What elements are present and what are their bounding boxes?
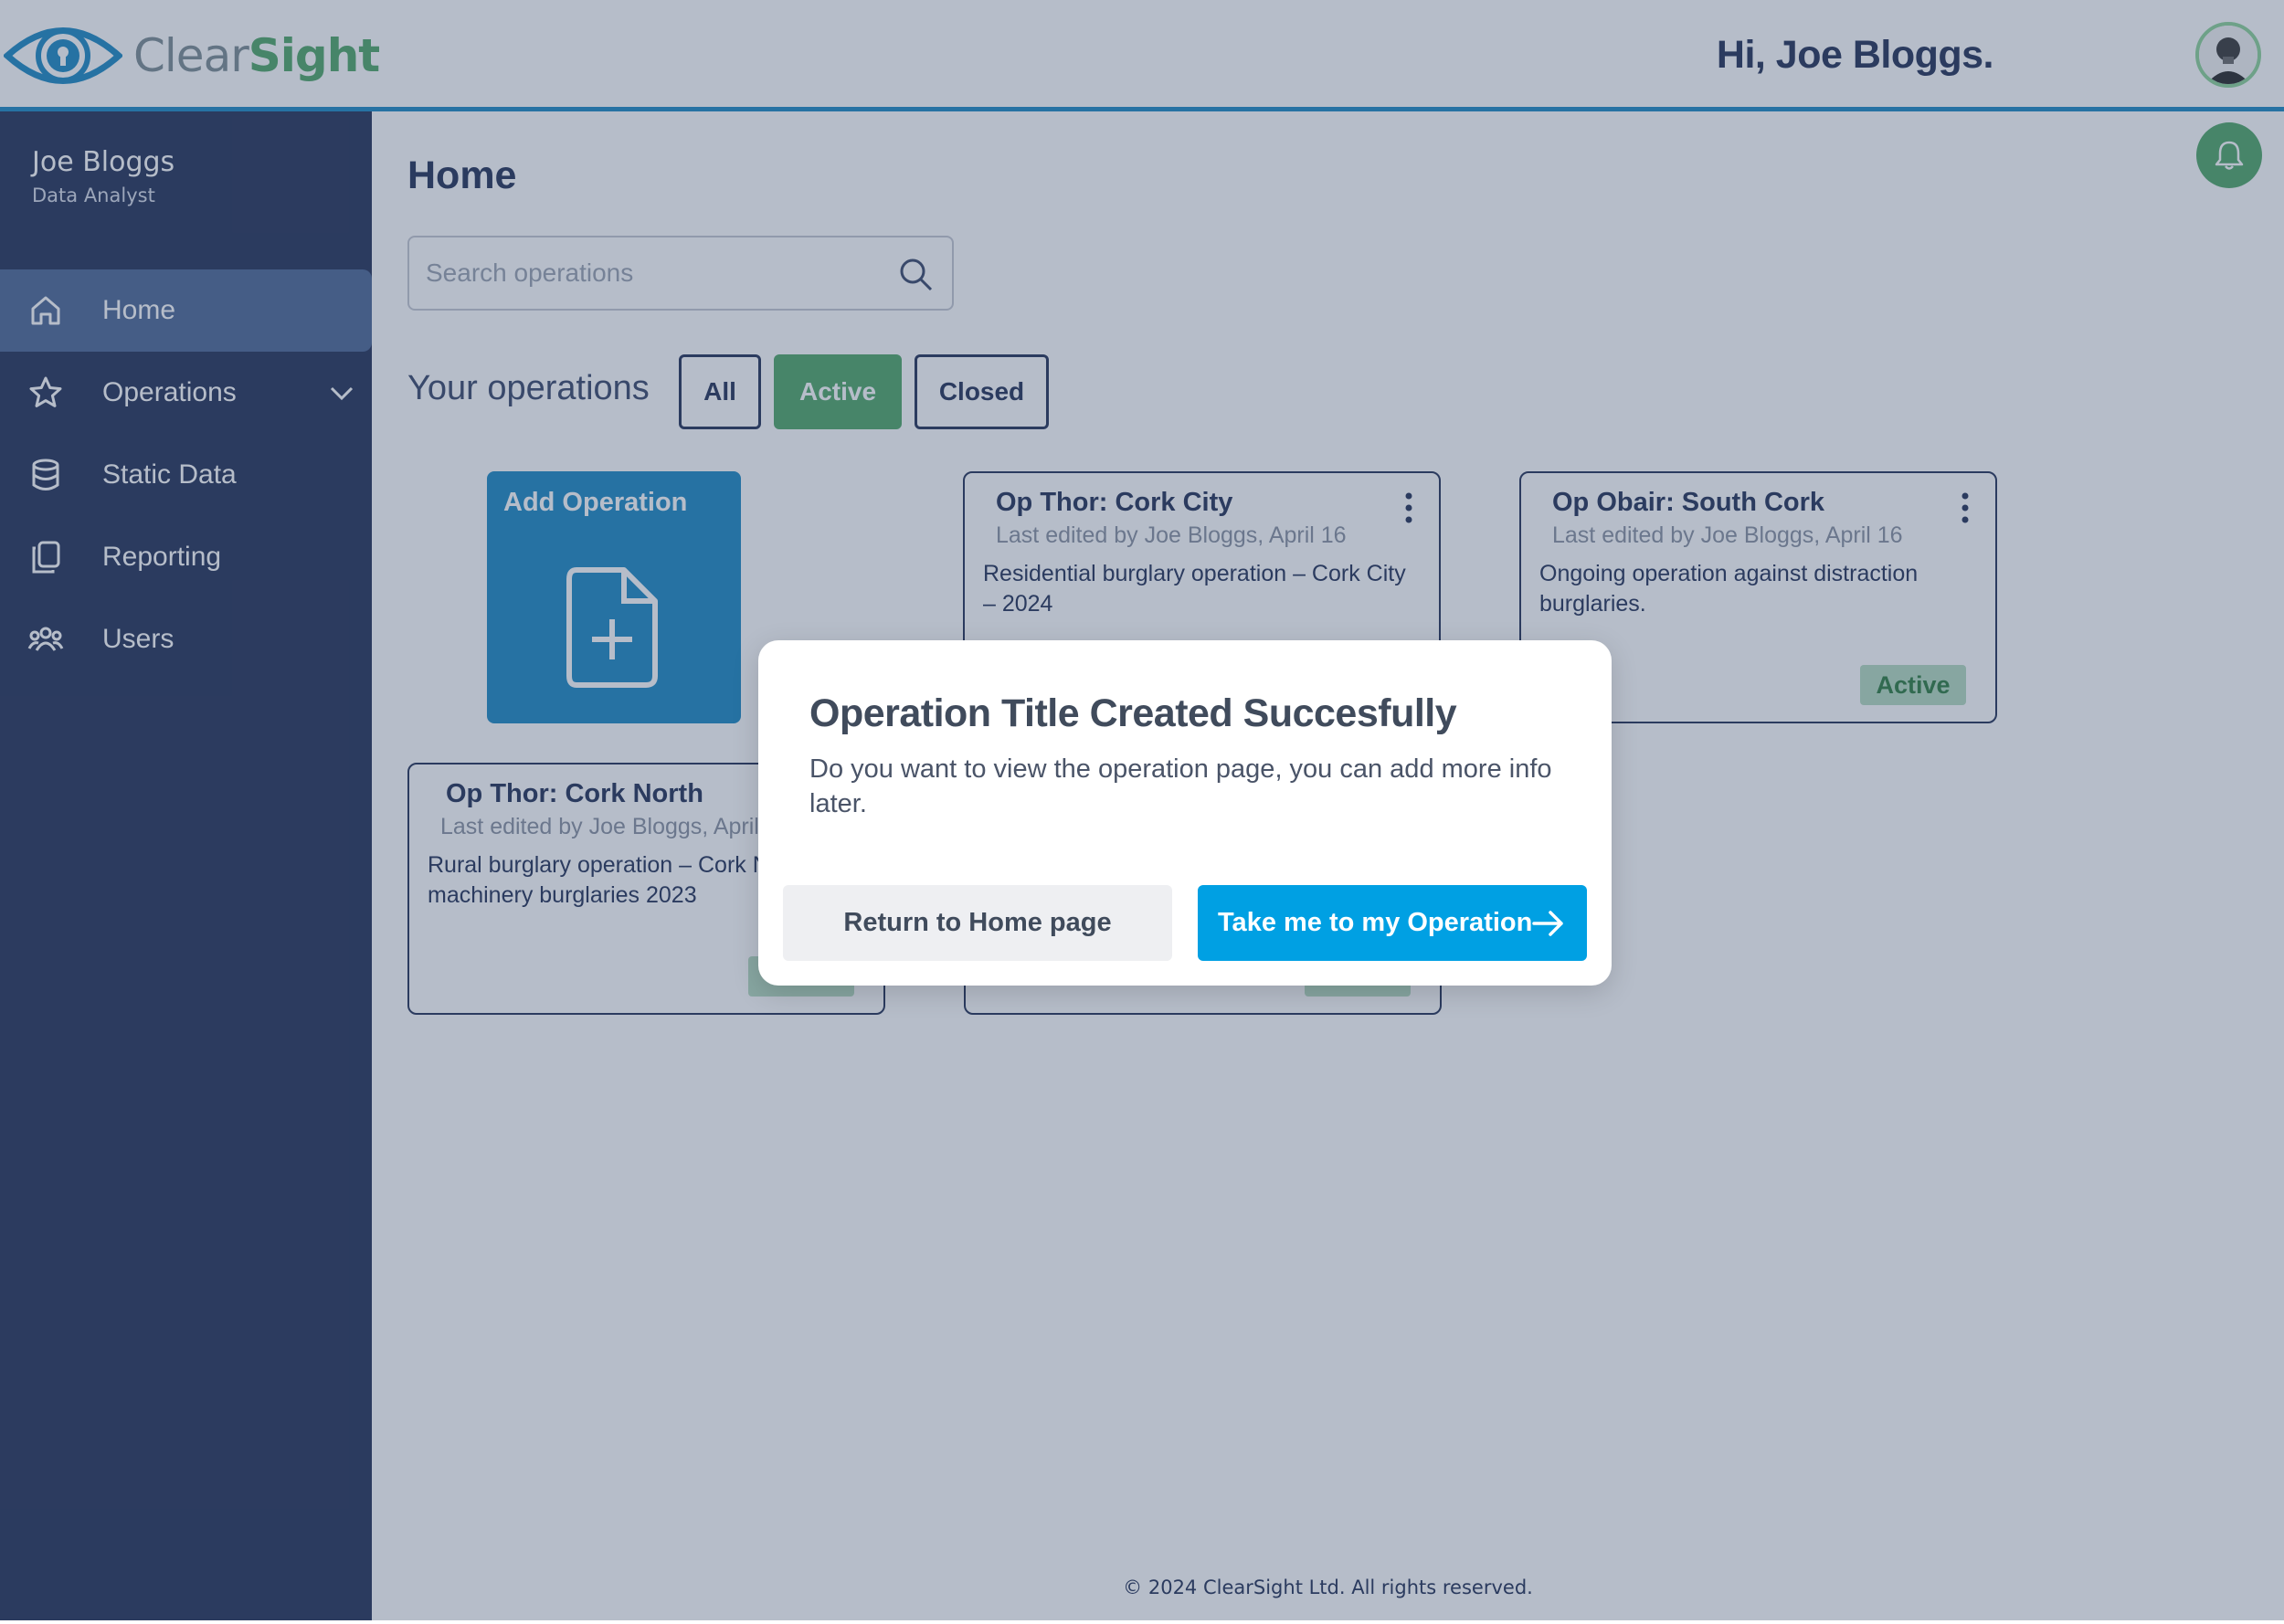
return-home-button[interactable]: Return to Home page xyxy=(783,885,1172,961)
dialog-message: Do you want to view the operation page, … xyxy=(809,754,1552,818)
arrow-right-icon xyxy=(1532,911,1563,936)
success-dialog: Operation Title Created Succesfully Do y… xyxy=(758,640,1612,986)
page-bottom-edge xyxy=(0,1620,2284,1624)
go-to-operation-label: Take me to my Operation xyxy=(1218,908,1533,937)
dialog-title: Operation Title Created Succesfully xyxy=(809,691,1457,735)
go-to-operation-button[interactable]: Take me to my Operation xyxy=(1198,885,1587,961)
